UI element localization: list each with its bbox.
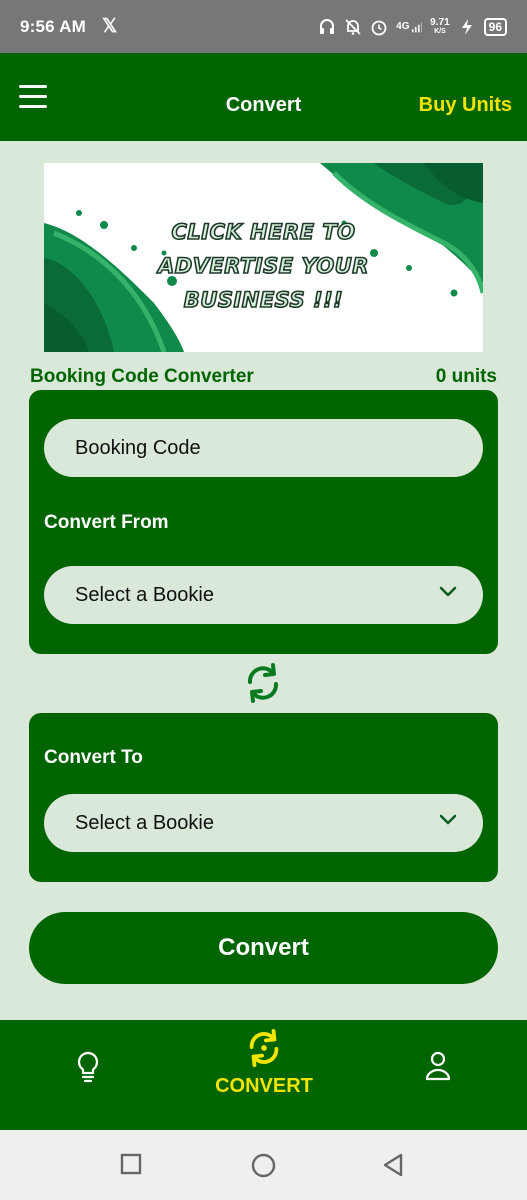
chevron-down-icon	[439, 586, 457, 597]
network-speed-unit: K/S	[434, 27, 446, 35]
nav-convert-tab[interactable]: CONVERT	[205, 1028, 323, 1118]
system-nav-bar	[0, 1130, 527, 1200]
section-title: Booking Code Converter	[30, 366, 254, 387]
status-bar: 9:56 AM 𝕏 4G 9.71 K/S 96	[0, 0, 527, 53]
convert-from-card: Booking Code Convert From Select a Booki…	[29, 390, 498, 654]
convert-to-label: Convert To	[44, 747, 143, 768]
banner-text: Click here to advertise your business !!…	[44, 215, 483, 317]
status-time: 9:56 AM	[20, 16, 86, 36]
convert-icon	[249, 1028, 279, 1068]
banner-line: business !!!	[183, 287, 344, 313]
convert-button[interactable]: Convert	[29, 912, 498, 984]
battery-level: 96	[483, 17, 507, 36]
units-balance: 0 units	[435, 366, 497, 387]
convert-from-value: Select a Bookie	[75, 583, 214, 606]
convert-to-card: Convert To Select a Bookie	[29, 713, 498, 882]
buy-units-button[interactable]: Buy Units	[419, 53, 512, 141]
network-type: 4G	[396, 21, 410, 32]
convert-from-label: Convert From	[44, 512, 169, 533]
status-icons: 4G 9.71 K/S 96	[318, 16, 507, 36]
charging-icon	[458, 18, 476, 36]
person-icon[interactable]	[424, 1050, 452, 1082]
recents-square-icon[interactable]	[120, 1153, 142, 1175]
alarm-icon	[370, 18, 388, 36]
x-app-icon: 𝕏	[101, 16, 118, 37]
bottom-nav: CONVERT	[0, 1020, 527, 1130]
network-speed: 9.71 K/S	[430, 16, 450, 36]
banner-line: Click here to	[171, 219, 356, 245]
converter-header: Booking Code Converter 0 units	[30, 364, 497, 390]
app-bar: Convert Buy Units	[0, 53, 527, 141]
network-speed-value: 9.71	[430, 16, 450, 28]
convert-from-select[interactable]: Select a Bookie	[44, 566, 483, 624]
booking-code-input[interactable]: Booking Code	[44, 419, 483, 477]
signal-icon: 4G	[396, 18, 423, 36]
nav-convert-label: CONVERT	[215, 1075, 313, 1097]
advertisement-banner[interactable]: Click here to advertise your business !!…	[44, 163, 483, 352]
convert-to-select[interactable]: Select a Bookie	[44, 794, 483, 852]
headset-icon	[318, 18, 336, 36]
booking-code-placeholder: Booking Code	[75, 436, 201, 459]
convert-to-value: Select a Bookie	[75, 811, 214, 834]
lightbulb-icon[interactable]	[74, 1050, 102, 1084]
chevron-down-icon	[439, 814, 457, 825]
back-triangle-icon[interactable]	[382, 1153, 404, 1177]
mute-bell-icon	[344, 18, 362, 36]
swap-icon[interactable]	[242, 662, 284, 704]
banner-line: advertise your	[157, 253, 369, 279]
home-circle-icon[interactable]	[251, 1153, 276, 1178]
